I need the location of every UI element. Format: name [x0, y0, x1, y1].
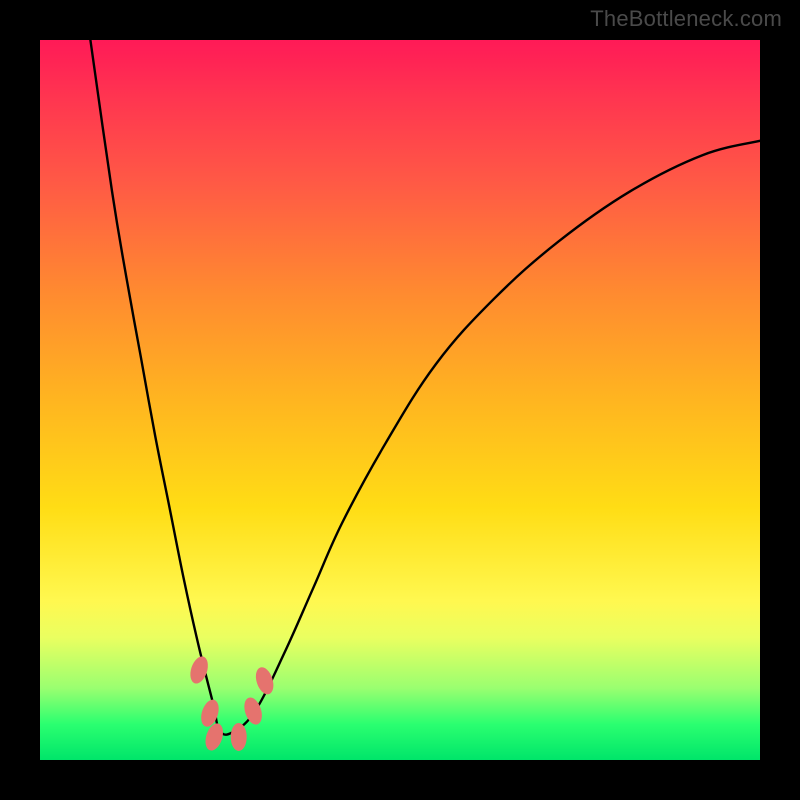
chart-area	[40, 40, 760, 760]
marker-f	[253, 665, 277, 697]
bottleneck-curve	[40, 40, 760, 760]
marker-d	[231, 723, 247, 751]
watermark-text: TheBottleneck.com	[590, 6, 782, 32]
